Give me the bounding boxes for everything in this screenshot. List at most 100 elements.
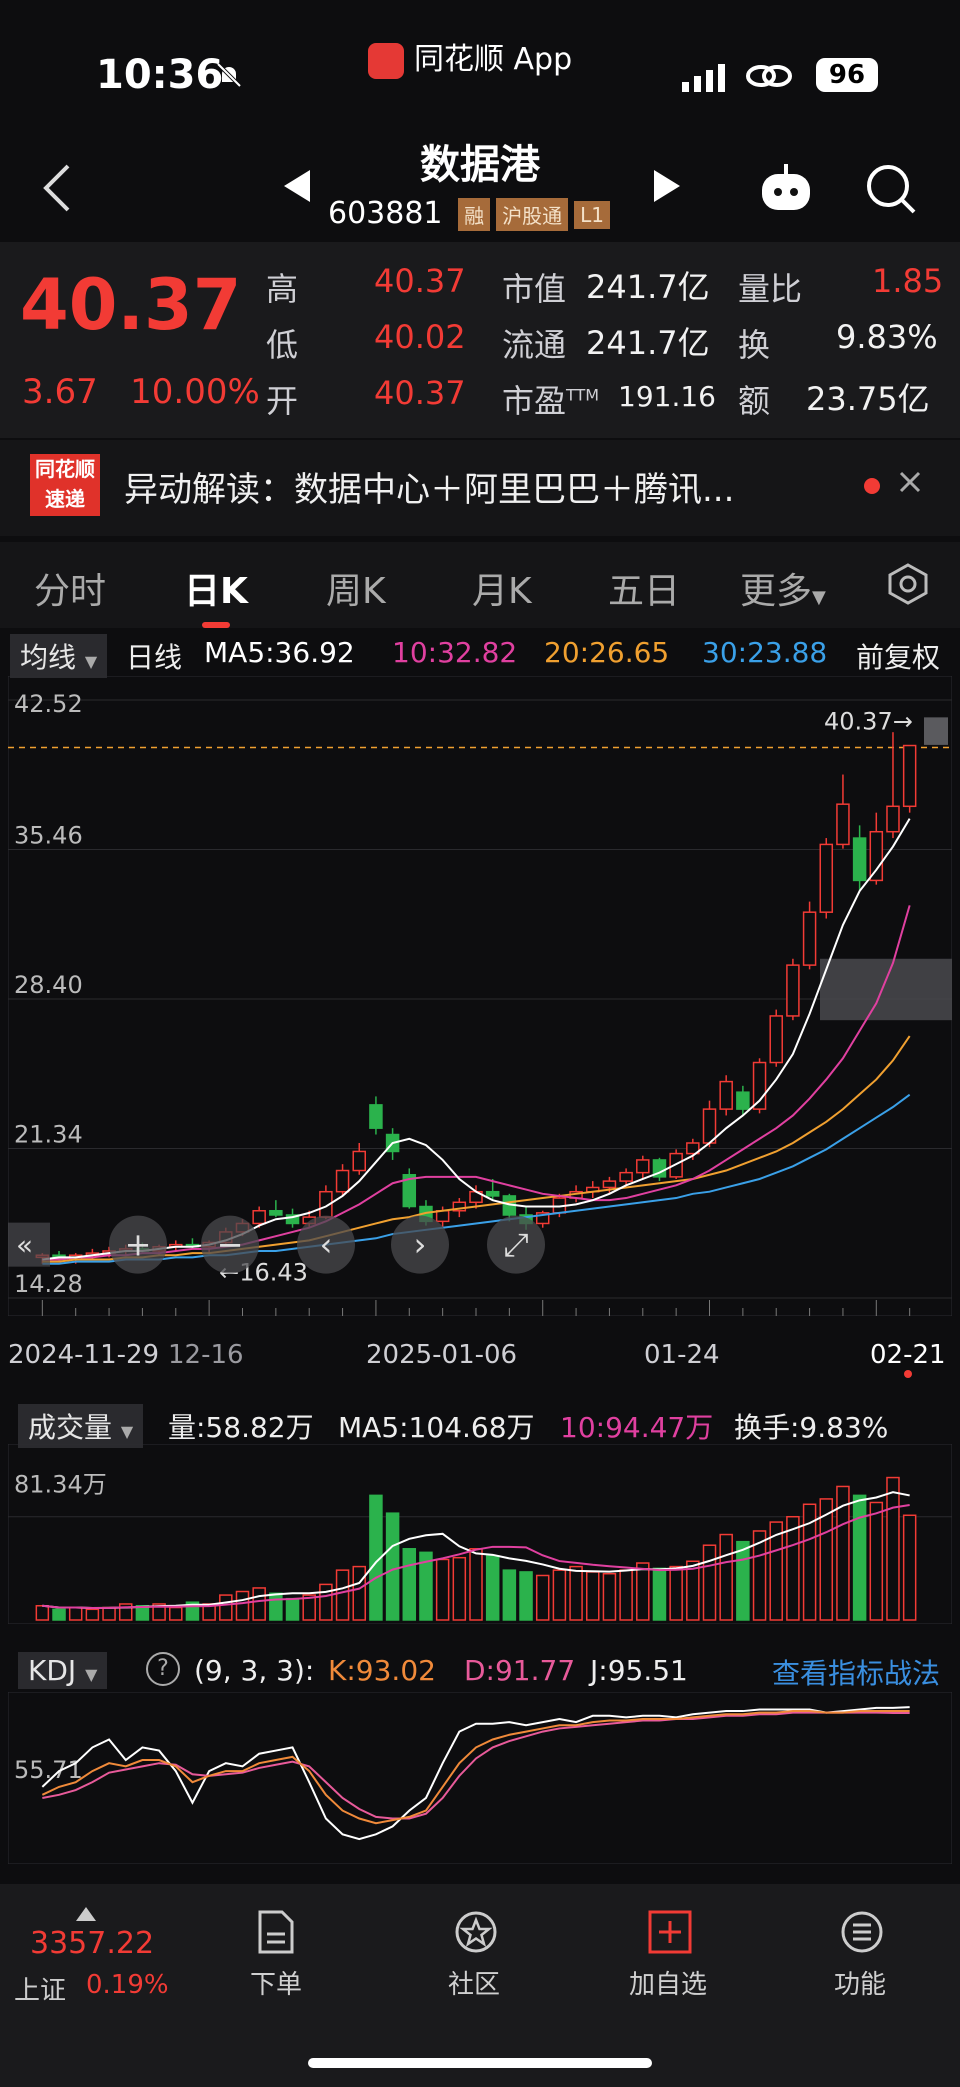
community-button[interactable]: 社区 [414,1910,534,2001]
candle-body [435,1210,450,1223]
adjust-mode[interactable]: 前复权 [856,636,940,676]
low-value: 40.02 [374,318,466,356]
kdj-j-value: J:95.51 [590,1654,688,1687]
kdj-k-value: K:93.02 [328,1654,436,1687]
amount-value: 23.75亿 [806,380,930,418]
index-value[interactable]: 3357.22 [30,1926,154,1961]
app-logo-icon [368,42,404,79]
volume-bar [219,1594,233,1621]
order-doc-icon [256,1910,296,1954]
tag-level: L1 [574,200,610,229]
x-label-0: 2024-11-29 [8,1340,160,1370]
y-tick-label: 35.46 [14,822,83,850]
last-price-label: 40.37→ [824,708,913,736]
order-button[interactable]: 下单 [216,1910,336,2001]
next-stock-icon[interactable] [652,168,682,208]
close-icon[interactable] [898,470,922,498]
candle-body [719,1080,733,1110]
tab-five-day[interactable]: 五日 [608,562,680,614]
indicator-select-label: 均线 [20,641,77,674]
chevron-down-icon: ▼ [84,652,98,671]
volume-bar [619,1569,633,1621]
candlestick-chart[interactable]: 42.5235.4628.4021.3414.2840.37→←16.43« + −… [8,676,952,1316]
volume-turnover: 换手:9.83% [734,1411,889,1444]
zoom-out-icon-glyph: − [217,1226,244,1264]
volume-bar [469,1548,483,1621]
function-label: 功能 [833,1970,886,2000]
kdj-indicator-select[interactable]: KDJ ▼ [18,1652,108,1689]
search-icon[interactable] [864,162,918,220]
ma30-value: 30:23.88 [702,636,828,669]
volume-bar [102,1606,116,1621]
high-value: 40.37 [374,262,466,300]
candle-body [269,1210,283,1216]
tab-more[interactable]: 更多▼ [740,562,826,614]
ma-period-label: 日线 [126,641,183,674]
tag-connect: 沪股通 [496,198,569,231]
status-time: 10:36 [96,52,224,98]
volume-bar [52,1608,66,1621]
tab-more-label: 更多 [740,571,813,612]
y-tick-label: 14.28 [14,1270,83,1298]
pan-right-icon-glyph: › [414,1226,427,1264]
kdj-frame [8,1692,952,1864]
tab-weekly-k[interactable]: 周K [326,562,386,614]
add-watchlist-label: 加自选 [628,1970,707,2000]
candle-body [819,843,834,913]
candle-body [636,1159,650,1174]
volume-bar [402,1548,417,1621]
candle-body [736,1091,750,1110]
volume-bar [869,1501,884,1621]
volume-bar [886,1476,900,1621]
tab-monthly-k[interactable]: 月K [472,562,532,614]
chevron-down-icon: ▼ [85,1665,98,1684]
volume-bar [652,1567,667,1621]
order-label: 下单 [249,1970,302,2000]
mktcap-value: 241.7亿 [586,268,710,306]
ma20-value: 20:26.65 [544,636,670,669]
help-icon[interactable]: ? [146,1652,180,1686]
robot-assistant-icon[interactable] [756,160,816,220]
community-label: 社区 [447,1970,500,2000]
volume-bar [85,1608,100,1621]
kdj-params: (9, 3, 3): [194,1654,315,1687]
volume-chart[interactable]: 81.34万 [8,1444,952,1624]
volume-bar [519,1571,533,1621]
tab-daily-k[interactable]: 日K [184,562,248,614]
volume-bar [902,1514,917,1621]
app-indicator: 同花顺 App [368,34,572,79]
indicator-select[interactable]: 均线 ▼ [10,634,108,678]
volume-bar [602,1572,617,1621]
ticker-text[interactable]: 异动解读：数据中心＋阿里巴巴＋腾讯... [124,462,734,511]
volratio-value: 1.85 [872,262,944,300]
zoom-in-icon-glyph: + [125,1226,152,1264]
volume-indicator-select[interactable]: 成交量 ▼ [18,1404,144,1448]
candle-body [602,1180,617,1189]
settings-hexagon-icon[interactable] [886,562,930,610]
change-percent: 10.00% [130,372,260,412]
fullscreen-icon-glyph: ⤢ [503,1226,529,1264]
candle-body [335,1169,350,1193]
turnover-value: 9.83% [836,318,938,356]
index-name: 上证 [14,1976,67,2006]
candle-body [902,744,917,808]
price-change: 3.67 10.00% [22,372,260,412]
add-watchlist-button[interactable]: 加自选 [608,1910,728,2001]
tab-intraday[interactable]: 分时 [34,562,106,614]
y-tick-label: 28.40 [14,971,83,999]
pe-ttm-sup: TTM [566,385,600,405]
candle-body [252,1210,266,1225]
volume-bar [385,1512,400,1621]
function-button[interactable]: 功能 [800,1910,920,2001]
link-icon [744,60,794,96]
candle-body [702,1108,717,1144]
unread-dot-icon [864,478,880,494]
ma30-line [42,1093,911,1265]
volume-bar [786,1515,800,1621]
indicator-strategy-link[interactable]: 查看指标战法 [772,1652,940,1692]
volume-bar [269,1592,283,1621]
candle-body [869,830,884,882]
float-label: 流通 [502,326,567,364]
kdj-chart[interactable]: 55.71 [8,1692,952,1864]
volume-select-label: 成交量 [28,1411,113,1444]
